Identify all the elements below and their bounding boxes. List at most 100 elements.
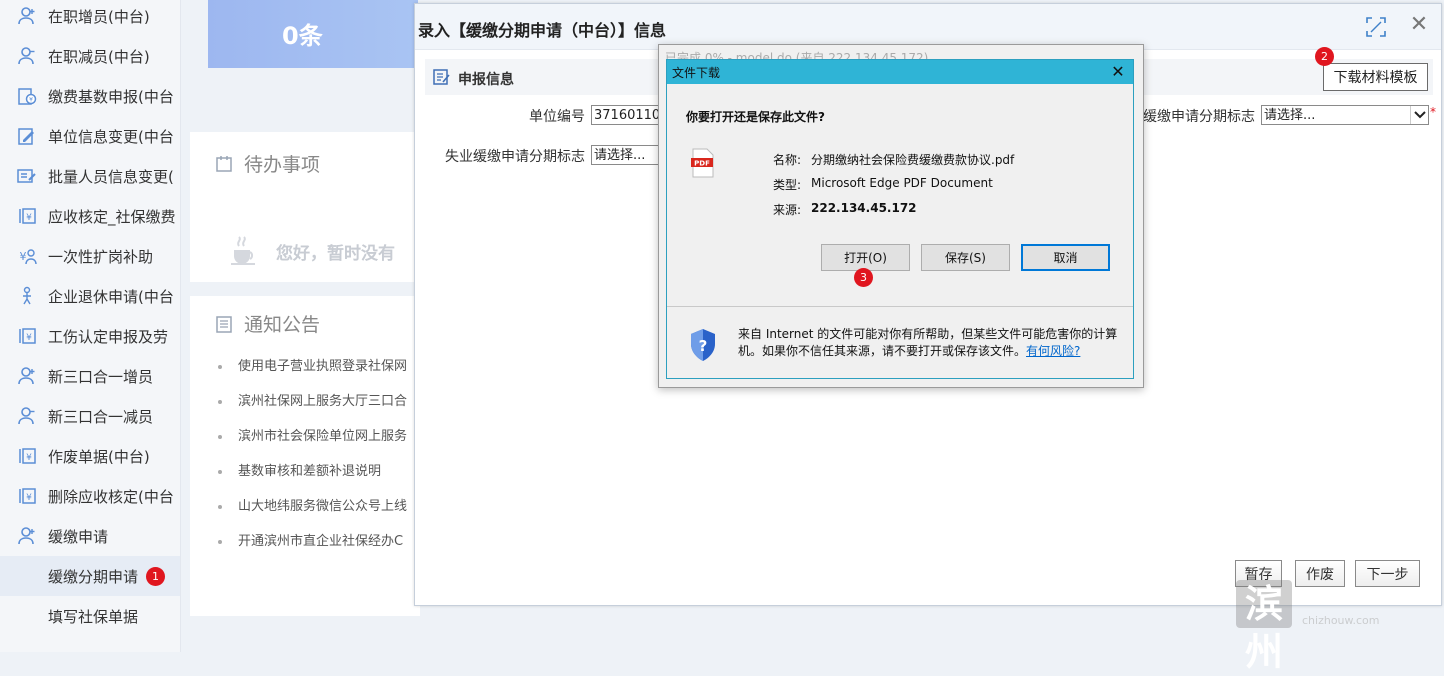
- svg-text:¥: ¥: [26, 333, 32, 343]
- sidebar-item-label: 删除应收核定(中台: [48, 487, 174, 506]
- svg-text:?: ?: [699, 337, 708, 355]
- yuan-doc-icon: ¥: [16, 205, 38, 227]
- sidebar: 在职增员(中台) 在职减员(中台) ¥ 缴费基数申报(中台 单位信息变更(中台 …: [0, 0, 181, 652]
- sidebar-item-delete-receivable[interactable]: ¥ 删除应收核定(中台: [0, 476, 180, 516]
- close-icon[interactable]: ✕: [1408, 14, 1430, 36]
- watermark-logo: 滨州: [1236, 580, 1292, 674]
- chevron-down-icon: [1410, 106, 1428, 124]
- svg-text:¥: ¥: [26, 493, 32, 503]
- sidebar-item-label: 企业退休申请(中台: [48, 287, 174, 306]
- sidebar-item-base-report[interactable]: ¥ 缴费基数申报(中台: [0, 76, 180, 116]
- sidebar-item-label: 作废单据(中台): [48, 447, 150, 466]
- sidebar-item-new-add[interactable]: 新三口合一增员: [0, 356, 180, 396]
- maximize-icon[interactable]: [1365, 16, 1387, 38]
- yuan-doc-icon: ¥: [16, 485, 38, 507]
- sidebar-item-unit-change[interactable]: 单位信息变更(中台: [0, 116, 180, 156]
- sidebar-item-batch-change[interactable]: 批量人员信息变更(: [0, 156, 180, 196]
- sidebar-item-injury[interactable]: ¥ 工伤认定申报及劳: [0, 316, 180, 356]
- file-type-value: Microsoft Edge PDF Document: [811, 176, 993, 190]
- sidebar-item-label: 在职减员(中台): [48, 47, 150, 66]
- save-file-button[interactable]: 保存(S): [921, 244, 1010, 271]
- todo-empty-message: 您好，暂时没有: [228, 234, 395, 268]
- sidebar-item-subsidy[interactable]: ¥ 一次性扩岗补助: [0, 236, 180, 276]
- svg-text:¥: ¥: [20, 250, 27, 263]
- unit-code-label: 单位编号: [529, 109, 585, 125]
- svg-text:¥: ¥: [29, 97, 33, 104]
- sidebar-item-onboard[interactable]: 在职增员(中台): [0, 0, 180, 36]
- security-warning: 来自 Internet 的文件可能对你有所帮助，但某些文件可能危害你的计算机。如…: [738, 327, 1118, 358]
- open-file-button[interactable]: 打开(O): [821, 244, 910, 271]
- file-download-header: 文件下载 ✕: [667, 60, 1133, 84]
- sidebar-item-label: 新三口合一增员: [48, 367, 154, 386]
- svg-text:¥: ¥: [26, 453, 32, 463]
- step-badge-2: 2: [1315, 47, 1334, 66]
- sidebar-item-label: 一次性扩岗补助: [48, 247, 154, 266]
- notice-item[interactable]: 滨州市社会保险单位网上服务: [218, 425, 414, 444]
- sidebar-item-label: 在职增员(中台): [48, 7, 150, 26]
- notice-icon: [214, 314, 234, 334]
- download-question: 你要打开还是保存此文件?: [686, 110, 825, 124]
- sidebar-item-label: 批量人员信息变更(: [48, 167, 174, 186]
- cancel-download-button[interactable]: 取消: [1021, 244, 1110, 271]
- todo-count-card: 0条: [208, 0, 418, 68]
- retire-icon: [16, 285, 38, 307]
- void-button[interactable]: 作废: [1295, 560, 1345, 587]
- sidebar-item-label: 新三口合一减员: [48, 407, 154, 426]
- user-add-icon: [16, 365, 38, 387]
- risk-link[interactable]: 有何风险?: [1026, 344, 1080, 358]
- file-name-value: 分期缴纳社会保险费缓缴费款协议.pdf: [811, 153, 1015, 167]
- notice-title: 通知公告: [214, 310, 320, 337]
- notice-item[interactable]: 开通滨州市直企业社保经办C: [218, 530, 414, 549]
- todo-icon: [214, 154, 234, 174]
- notice-item[interactable]: 山大地纬服务微信公众号上线: [218, 495, 414, 514]
- sidebar-item-label: 单位信息变更(中台: [48, 127, 174, 146]
- required-asterisk: *: [1430, 105, 1436, 119]
- sidebar-item-receivable[interactable]: ¥ 应收核定_社保缴费: [0, 196, 180, 236]
- notice-panel: [190, 296, 420, 616]
- file-name-label: 名称:: [773, 153, 802, 167]
- money-report-icon: ¥: [16, 85, 38, 107]
- user-add-icon: [16, 5, 38, 27]
- file-download-dialog: 文件下载 ✕ 你要打开还是保存此文件? PDF 名称: 分期缴纳社会保险费缓缴费…: [666, 59, 1134, 379]
- sidebar-item-label: 缓缴申请: [48, 527, 109, 546]
- sidebar-subitem-label: 缓缴分期申请: [48, 567, 139, 586]
- dialog-title: 录入【缓缴分期申请（中台）】信息: [418, 21, 667, 40]
- sidebar-item-offboard[interactable]: 在职减员(中台): [0, 36, 180, 76]
- edit-form-icon: [433, 68, 451, 86]
- next-step-button[interactable]: 下一步: [1355, 560, 1420, 587]
- pdf-file-icon: PDF: [691, 148, 715, 178]
- sidebar-item-label: 工伤认定申报及劳: [48, 327, 169, 346]
- user-remove-icon: [16, 45, 38, 67]
- coffee-icon: [228, 234, 262, 268]
- section-title: 申报信息: [458, 72, 514, 88]
- notice-item[interactable]: 使用电子营业执照登录社保网: [218, 355, 414, 374]
- file-source-value: 222.134.45.172: [811, 201, 917, 215]
- edit-doc-icon: [16, 125, 38, 147]
- batch-edit-icon: [16, 165, 38, 187]
- sidebar-item-label: 应收核定_社保缴费: [48, 207, 176, 226]
- sidebar-subitem-fill-form[interactable]: 填写社保单据: [0, 596, 180, 636]
- sidebar-item-void[interactable]: ¥ 作废单据(中台): [0, 436, 180, 476]
- delay-flag-select[interactable]: 请选择...: [1261, 105, 1429, 125]
- injury-doc-icon: ¥: [16, 325, 38, 347]
- notice-item[interactable]: 滨州社保网上服务大厅三口合: [218, 390, 414, 409]
- download-template-button[interactable]: 下载材料模板: [1323, 63, 1428, 91]
- file-source-label: 来源:: [773, 203, 802, 217]
- step-badge-1: 1: [146, 566, 166, 586]
- sidebar-item-deferral[interactable]: 缓缴申请: [0, 516, 180, 556]
- sidebar-subitem-installment[interactable]: 缓缴分期申请 1: [0, 556, 180, 596]
- watermark-site: chizhouw.com: [1302, 614, 1380, 627]
- sidebar-subitem-label: 填写社保单据: [48, 607, 139, 626]
- subsidy-icon: ¥: [16, 245, 38, 267]
- unemp-flag-label: 失业缓缴申请分期标志: [445, 149, 585, 165]
- close-icon[interactable]: ✕: [1107, 61, 1129, 83]
- sidebar-item-label: 缴费基数申报(中台: [48, 87, 174, 106]
- sidebar-item-retire[interactable]: 企业退休申请(中台: [0, 276, 180, 316]
- file-type-label: 类型:: [773, 178, 802, 192]
- notice-item[interactable]: 基数审核和差额补退说明: [218, 460, 414, 479]
- sidebar-item-new-remove[interactable]: 新三口合一减员: [0, 396, 180, 436]
- step-badge-3: 3: [854, 268, 873, 287]
- security-shield-icon: ?: [689, 328, 717, 362]
- svg-text:PDF: PDF: [694, 160, 710, 168]
- delay-flag-label: 缓缴申请分期标志: [1143, 109, 1255, 125]
